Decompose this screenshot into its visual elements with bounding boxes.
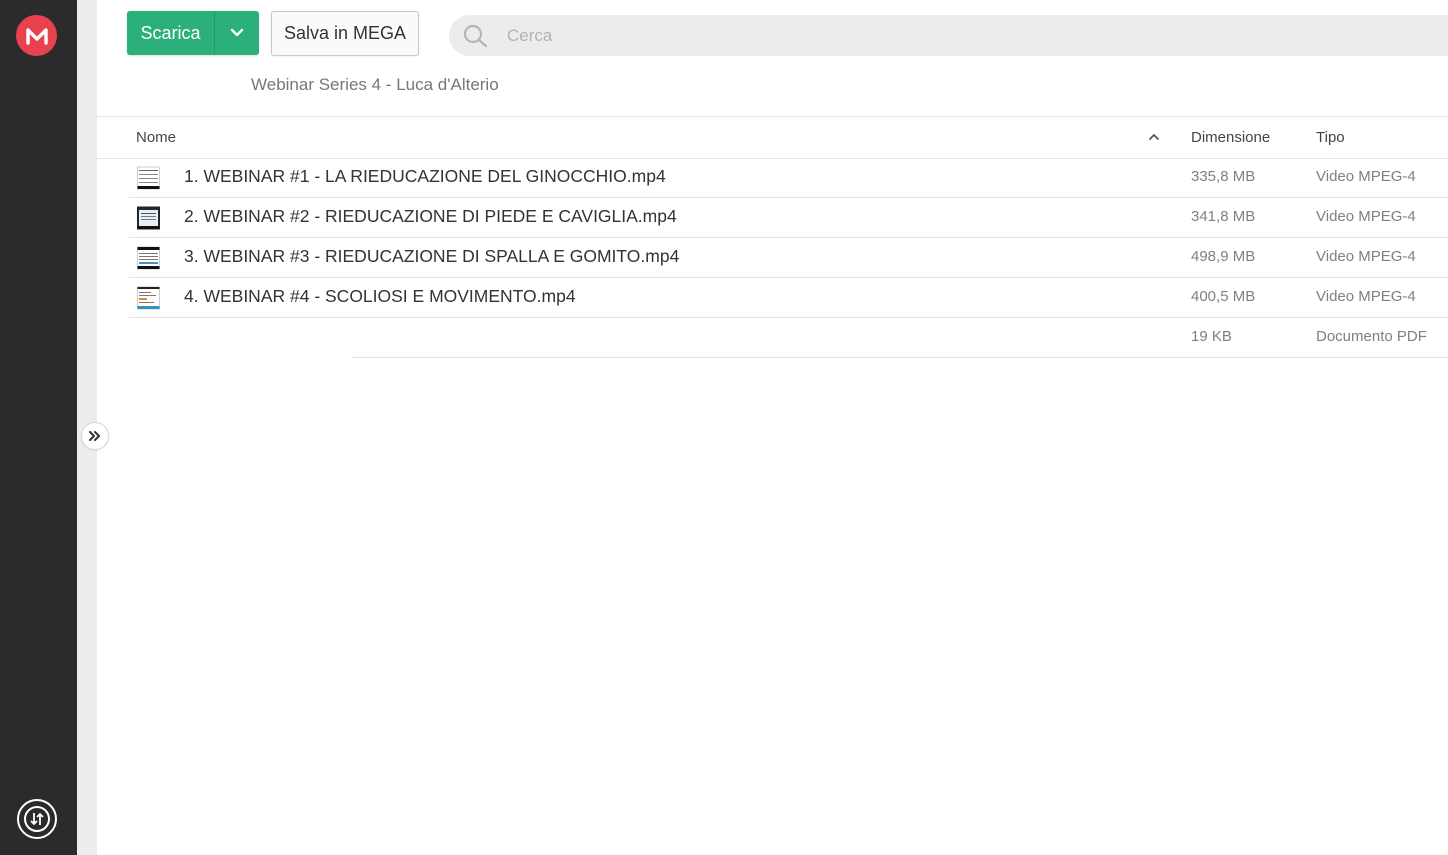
table-header: Nome Dimensione Tipo bbox=[97, 117, 1448, 159]
chevron-down-icon bbox=[230, 28, 244, 37]
double-chevron-right-icon[interactable] bbox=[81, 422, 109, 450]
file-name: 1. WEBINAR #1 - LA RIEDUCAZIONE DEL GINO… bbox=[184, 166, 666, 186]
transfer-manager-icon[interactable] bbox=[17, 799, 57, 839]
video-thumbnail-icon bbox=[137, 206, 160, 230]
save-to-mega-button[interactable]: Salva in MEGA bbox=[271, 11, 419, 56]
table-row[interactable]: 1. WEBINAR #1 - LA RIEDUCAZIONE DEL GINO… bbox=[129, 158, 1448, 198]
file-type: Documento PDF bbox=[1316, 328, 1427, 345]
video-thumbnail-icon bbox=[137, 166, 160, 190]
search-icon bbox=[463, 24, 488, 48]
table-row[interactable]: 4. WEBINAR #4 - SCOLIOSI E MOVIMENTO.mp4… bbox=[129, 278, 1448, 318]
file-name: 3. WEBINAR #3 - RIEDUCAZIONE DI SPALLA E… bbox=[184, 246, 680, 266]
table-row[interactable]: 19 KB Documento PDF bbox=[352, 318, 1448, 358]
file-name: 2. WEBINAR #2 - RIEDUCAZIONE DI PIEDE E … bbox=[184, 206, 677, 226]
file-type: Video MPEG-4 bbox=[1316, 168, 1416, 185]
download-button-group: Scarica bbox=[127, 11, 259, 55]
file-size: 498,9 MB bbox=[1191, 248, 1256, 265]
left-rail bbox=[0, 0, 77, 855]
breadcrumb[interactable]: Webinar Series 4 - Luca d'Alterio bbox=[251, 75, 499, 95]
file-type: Video MPEG-4 bbox=[1316, 208, 1416, 225]
column-header-size[interactable]: Dimensione bbox=[1191, 129, 1270, 146]
file-size: 400,5 MB bbox=[1191, 288, 1256, 305]
file-size: 341,8 MB bbox=[1191, 208, 1256, 225]
download-button[interactable]: Scarica bbox=[127, 11, 215, 55]
video-thumbnail-icon bbox=[137, 286, 160, 310]
file-size: 335,8 MB bbox=[1191, 168, 1256, 185]
table-row[interactable]: 2. WEBINAR #2 - RIEDUCAZIONE DI PIEDE E … bbox=[129, 198, 1448, 238]
app-root: Scarica Salva in MEGA Webinar Series 4 -… bbox=[0, 0, 1448, 855]
file-type: Video MPEG-4 bbox=[1316, 248, 1416, 265]
column-header-name[interactable]: Nome bbox=[136, 129, 176, 146]
chevron-up-icon[interactable] bbox=[1148, 133, 1160, 141]
video-thumbnail-icon bbox=[137, 246, 160, 270]
download-dropdown-button[interactable] bbox=[215, 11, 259, 55]
mega-logo-icon[interactable] bbox=[16, 15, 57, 56]
search-box bbox=[449, 15, 1448, 56]
file-type: Video MPEG-4 bbox=[1316, 288, 1416, 305]
file-size: 19 KB bbox=[1191, 328, 1232, 345]
table-row[interactable]: 3. WEBINAR #3 - RIEDUCAZIONE DI SPALLA E… bbox=[129, 238, 1448, 278]
search-input[interactable] bbox=[507, 15, 1407, 56]
column-header-type[interactable]: Tipo bbox=[1316, 129, 1345, 146]
file-name: 4. WEBINAR #4 - SCOLIOSI E MOVIMENTO.mp4 bbox=[184, 286, 576, 306]
